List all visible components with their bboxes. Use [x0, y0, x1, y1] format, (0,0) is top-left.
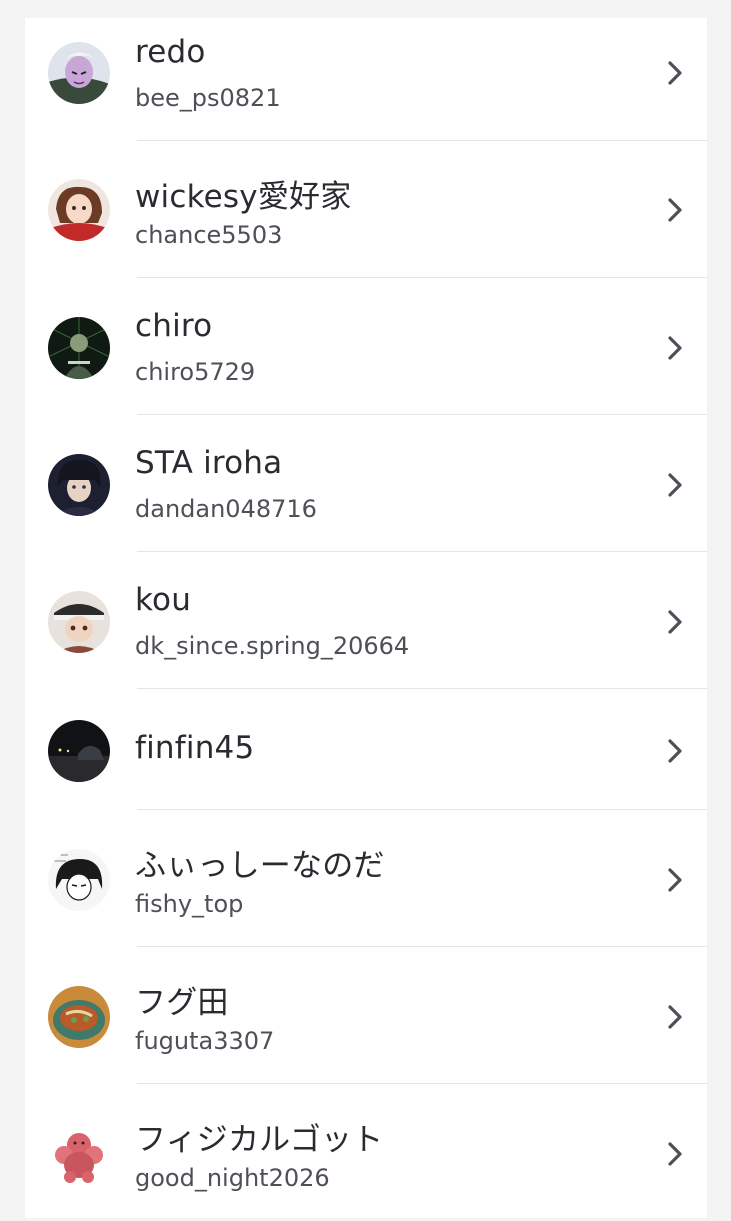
- chevron-right-icon: [668, 473, 682, 497]
- avatar: [48, 454, 110, 516]
- friend-handle: fishy_top: [135, 890, 244, 918]
- friend-row[interactable]: フグ田 fuguta3307: [25, 947, 707, 1084]
- friend-row[interactable]: ふぃっしーなのだ fishy_top: [25, 810, 707, 947]
- chevron-right-icon: [668, 61, 682, 85]
- friend-name: wickesy愛好家: [135, 179, 352, 215]
- friend-row[interactable]: finfin45: [25, 689, 707, 809]
- friend-name: フィジカルゴット: [135, 1122, 384, 1158]
- friend-handle: bee_ps0821: [135, 84, 281, 112]
- friend-name: フグ田: [135, 985, 229, 1021]
- friend-list: redo bee_ps0821 wickesy愛好家 chance5503 ch…: [25, 18, 707, 1218]
- friend-name: chiro: [135, 308, 213, 344]
- avatar: [48, 179, 110, 241]
- friend-row[interactable]: chiro chiro5729: [25, 278, 707, 415]
- chevron-right-icon: [668, 610, 682, 634]
- friend-name: finfin45: [135, 730, 255, 766]
- friend-name: redo: [135, 34, 206, 70]
- friend-row[interactable]: kou dk_since.spring_20664: [25, 552, 707, 689]
- friend-handle: fuguta3307: [135, 1027, 275, 1055]
- chevron-right-icon: [668, 1142, 682, 1166]
- avatar: [48, 317, 110, 379]
- chevron-right-icon: [668, 198, 682, 222]
- friend-handle: dk_since.spring_20664: [135, 632, 410, 660]
- chevron-right-icon: [668, 1005, 682, 1029]
- friend-handle: dandan048716: [135, 495, 317, 523]
- friend-row[interactable]: wickesy愛好家 chance5503: [25, 141, 707, 278]
- avatar: [48, 591, 110, 653]
- avatar: [48, 720, 110, 782]
- chevron-right-icon: [668, 868, 682, 892]
- avatar: [48, 1123, 110, 1185]
- friend-row[interactable]: STA iroha dandan048716: [25, 415, 707, 552]
- friend-handle: good_night2026: [135, 1164, 330, 1192]
- friend-name: kou: [135, 582, 192, 618]
- friend-name: ふぃっしーなのだ: [135, 848, 385, 884]
- chevron-right-icon: [668, 739, 682, 763]
- avatar: [48, 986, 110, 1048]
- friend-handle: chance5503: [135, 221, 283, 249]
- friend-name: STA iroha: [135, 445, 283, 481]
- chevron-right-icon: [668, 336, 682, 360]
- friend-row[interactable]: redo bee_ps0821: [25, 18, 707, 140]
- friend-row[interactable]: フィジカルゴット good_night2026: [25, 1084, 707, 1221]
- avatar: [48, 849, 110, 911]
- friend-handle: chiro5729: [135, 358, 256, 386]
- avatar: [48, 42, 110, 104]
